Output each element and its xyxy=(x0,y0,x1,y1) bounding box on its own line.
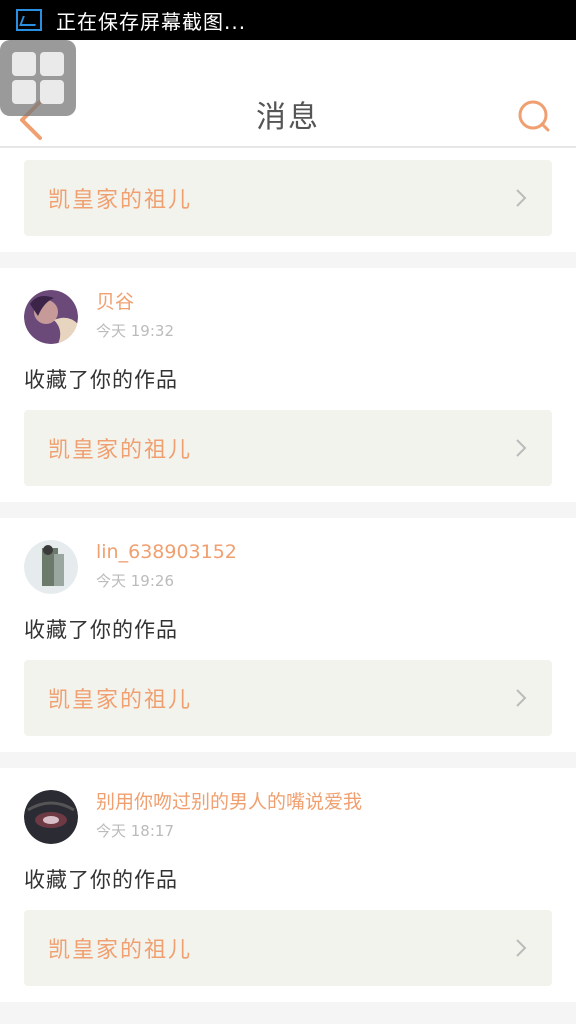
user-row: 别用你吻过别的男人的嘴说爱我 今天 18:17 xyxy=(24,768,552,844)
action-text: 收藏了你的作品 xyxy=(24,368,178,392)
chevron-right-icon xyxy=(516,939,527,957)
avatar[interactable] xyxy=(24,540,78,594)
timestamp: 今天 18:17 xyxy=(96,822,174,840)
page-title: 消息 xyxy=(256,100,320,135)
avatar[interactable] xyxy=(24,290,78,344)
work-link[interactable]: 凯皇家的祖儿 xyxy=(24,410,552,486)
username[interactable]: 贝谷 xyxy=(96,290,174,314)
work-title: 凯皇家的祖儿 xyxy=(48,188,193,213)
username[interactable]: 别用你吻过别的男人的嘴说爱我 xyxy=(96,790,362,814)
work-link[interactable]: 凯皇家的祖儿 xyxy=(24,910,552,986)
status-text: 正在保存屏幕截图... xyxy=(56,9,247,34)
chevron-right-icon xyxy=(516,689,527,707)
grid-cell-icon xyxy=(40,52,64,76)
timestamp: 今天 19:26 xyxy=(96,572,174,590)
message-card: 别用你吻过别的男人的嘴说爱我 今天 18:17 收藏了你的作品 凯皇家的祖儿 xyxy=(0,768,576,1002)
work-link[interactable]: 凯皇家的祖儿 xyxy=(24,660,552,736)
message-card: 贝谷 今天 19:32 收藏了你的作品 凯皇家的祖儿 xyxy=(0,268,576,502)
username[interactable]: lin_638903152 xyxy=(96,540,237,564)
header: 消息 xyxy=(0,40,576,148)
grid-cell-icon xyxy=(12,52,36,76)
user-row: lin_638903152 今天 19:26 xyxy=(24,518,552,594)
message-card: 凯皇家的祖儿 xyxy=(0,148,576,252)
floating-menu-button[interactable] xyxy=(0,40,76,116)
avatar[interactable] xyxy=(24,790,78,844)
work-title: 凯皇家的祖儿 xyxy=(48,688,193,713)
grid-cell-icon xyxy=(12,80,36,104)
timestamp: 今天 19:32 xyxy=(96,322,174,340)
work-link[interactable]: 凯皇家的祖儿 xyxy=(24,160,552,236)
screenshot-icon xyxy=(16,9,42,31)
search-icon[interactable] xyxy=(514,96,554,136)
chevron-right-icon xyxy=(516,439,527,457)
work-title: 凯皇家的祖儿 xyxy=(48,938,193,963)
action-text: 收藏了你的作品 xyxy=(24,618,178,642)
message-card: lin_638903152 今天 19:26 收藏了你的作品 凯皇家的祖儿 xyxy=(0,518,576,752)
divider xyxy=(0,1002,576,1018)
user-row: 贝谷 今天 19:32 xyxy=(24,268,552,344)
divider xyxy=(0,752,576,768)
grid-cell-icon xyxy=(40,80,64,104)
status-bar: 正在保存屏幕截图... xyxy=(0,0,576,40)
divider xyxy=(0,502,576,518)
chevron-right-icon xyxy=(516,189,527,207)
action-text: 收藏了你的作品 xyxy=(24,868,178,892)
work-title: 凯皇家的祖儿 xyxy=(48,438,193,463)
message-list: 凯皇家的祖儿 贝谷 今天 19:32 收藏了你的作品 凯皇家的祖儿 lin_63… xyxy=(0,148,576,1018)
divider xyxy=(0,252,576,268)
